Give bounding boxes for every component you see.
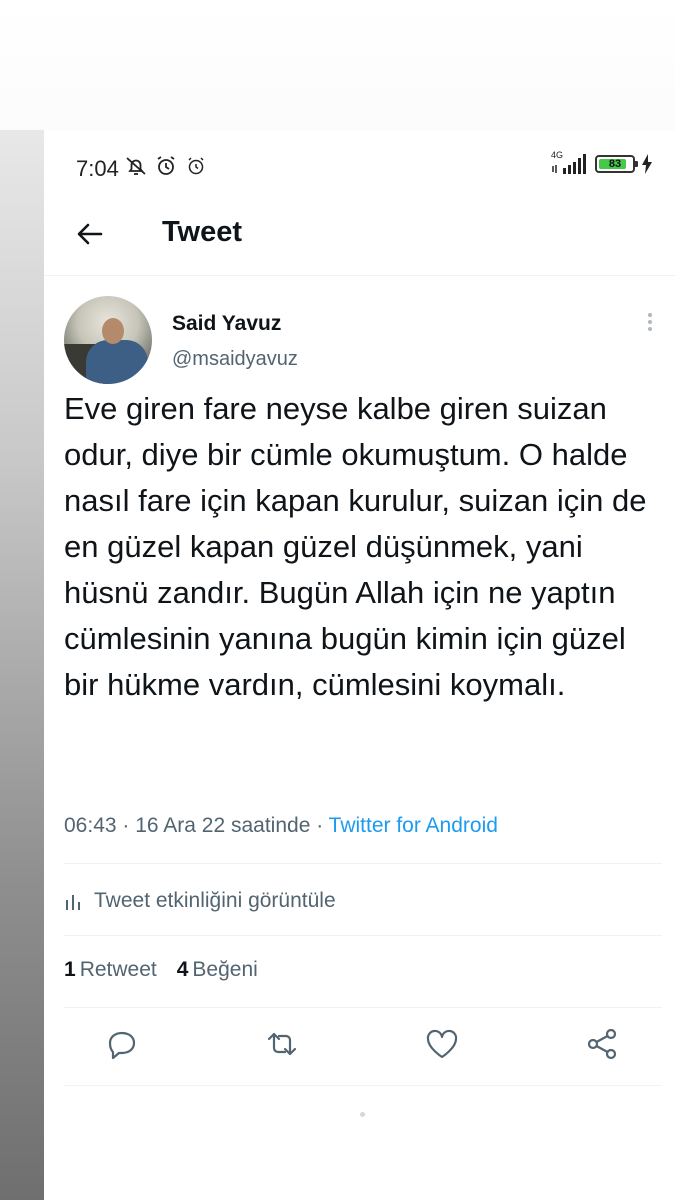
divider <box>64 1085 662 1086</box>
share-icon[interactable] <box>584 1026 620 1062</box>
retweets-label: Retweet <box>79 958 157 981</box>
meta-separator: · <box>310 814 329 837</box>
like-icon[interactable] <box>424 1026 460 1062</box>
divider <box>64 935 662 936</box>
battery-percent: 83 <box>608 158 622 170</box>
author-name[interactable]: Said Yavuz <box>172 312 281 336</box>
activity-label: Tweet etkinliğini görüntüle <box>94 889 336 912</box>
scroll-indicator <box>360 1112 365 1117</box>
retweet-icon[interactable] <box>264 1026 300 1062</box>
arrow-left-icon[interactable] <box>74 218 106 250</box>
tweet-stats: 1 Retweet 4 Beğeni <box>64 958 258 982</box>
page-title: Tweet <box>162 216 243 248</box>
author-handle[interactable]: @msaidyavuz <box>172 348 298 371</box>
alarm-outline-icon <box>188 157 204 175</box>
retweets-count: 1 <box>64 958 76 981</box>
more-options-icon[interactable] <box>640 310 660 336</box>
charging-bolt-icon <box>642 154 652 174</box>
top-app-bar: Tweet <box>44 202 675 276</box>
tweet-meta: 06:43 · 16 Ara 22 saatinde · Twitter for… <box>64 814 498 838</box>
bell-off-icon <box>126 157 146 175</box>
alarm-icon <box>157 156 175 175</box>
tweet-text: Eve giren fare neyse kalbe giren suizan … <box>64 391 647 702</box>
network-label: 4G <box>551 150 564 160</box>
status-system-icons: 4G 83 <box>551 150 653 176</box>
status-notification-icons <box>124 154 208 178</box>
likes-label: Beğeni <box>192 958 258 981</box>
tweet-time: 06:43 <box>64 814 117 837</box>
view-tweet-activity-button[interactable]: Tweet etkinliğini görüntüle <box>64 886 336 916</box>
meta-separator: · <box>116 814 136 837</box>
analytics-bars-icon <box>66 895 80 910</box>
divider <box>64 863 662 864</box>
tweet-actions <box>44 1026 675 1072</box>
status-bar: 7:04 4G 83 <box>44 130 675 202</box>
likes-stat[interactable]: 4 Beğeni <box>177 958 258 982</box>
phone-screen: 7:04 4G 83 Tweet Said Yavuz @msaidyavuz … <box>44 130 675 1200</box>
tweet-date: 16 Ara 22 saatinde <box>135 814 311 837</box>
likes-count: 4 <box>176 958 189 981</box>
avatar[interactable] <box>64 296 152 384</box>
retweets-stat[interactable]: 1 Retweet <box>64 958 157 982</box>
signal-icon: 4G <box>551 150 589 176</box>
battery-icon: 83 <box>595 155 638 173</box>
tweet-source-link[interactable]: Twitter for Android <box>329 814 498 837</box>
reply-icon[interactable] <box>104 1026 140 1062</box>
background-shade <box>0 130 44 1200</box>
status-time: 7:04 <box>76 156 119 181</box>
divider <box>64 1007 662 1008</box>
